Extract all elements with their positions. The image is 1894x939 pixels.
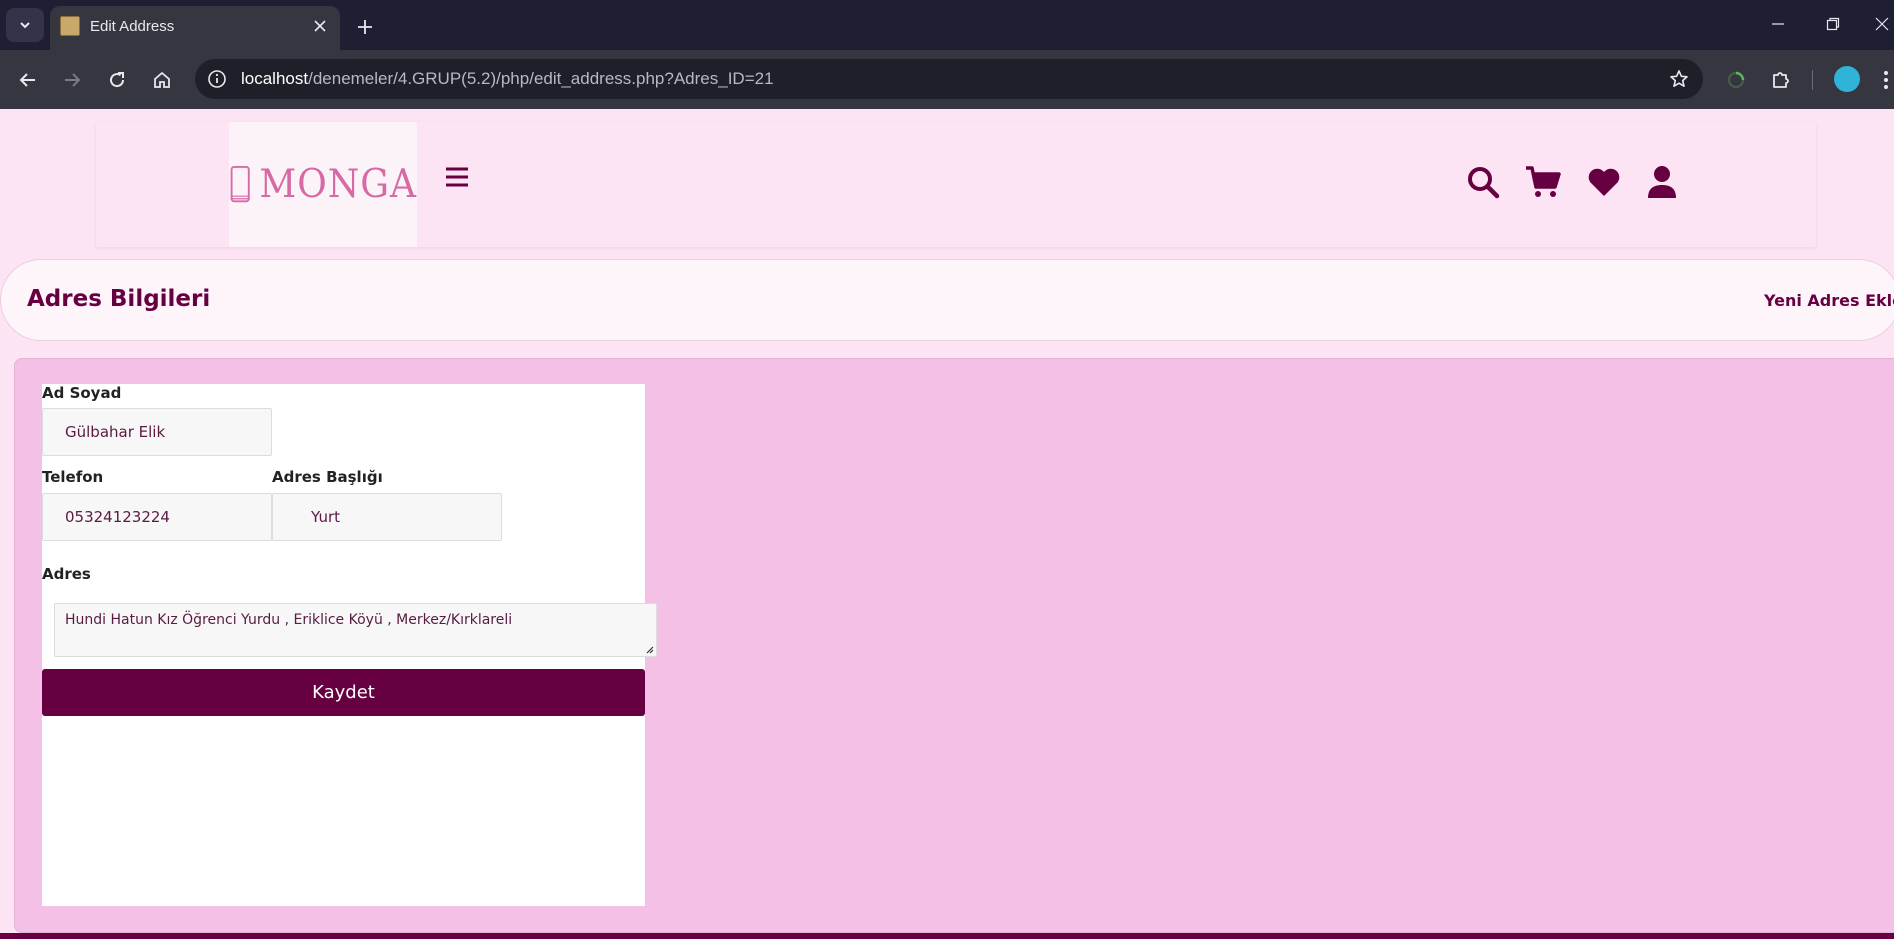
resize-handle-icon[interactable] bbox=[644, 644, 654, 654]
tab-list-button[interactable] bbox=[6, 8, 44, 42]
search-button[interactable] bbox=[1464, 163, 1502, 201]
tab-title: Edit Address bbox=[90, 18, 175, 35]
name-label: Ad Soyad bbox=[42, 384, 122, 402]
address-info-bar: Adres Bilgileri Yeni Adres Ekle bbox=[0, 259, 1894, 341]
name-field[interactable]: Gülbahar Elik bbox=[42, 408, 272, 456]
site-info-button[interactable] bbox=[205, 67, 229, 91]
user-icon bbox=[1648, 166, 1676, 198]
arrow-right-icon bbox=[65, 73, 81, 87]
back-button[interactable] bbox=[12, 64, 44, 96]
search-icon bbox=[1468, 167, 1500, 199]
phone-field[interactable]: 05324123224 bbox=[42, 493, 272, 541]
logo-text: MONGA bbox=[259, 161, 417, 208]
address-bar[interactable]: localhost/denemeler/4.GRUP(5.2)/php/edit… bbox=[195, 59, 1703, 99]
url-text: localhost/denemeler/4.GRUP(5.2)/php/edit… bbox=[241, 69, 774, 89]
plus-icon bbox=[358, 20, 372, 34]
menu-toggle-button[interactable] bbox=[442, 162, 472, 192]
favicon-icon bbox=[60, 16, 80, 36]
phone-label: Telefon bbox=[42, 468, 104, 486]
browser-toolbar: localhost/denemeler/4.GRUP(5.2)/php/edit… bbox=[0, 50, 1894, 109]
close-icon bbox=[1875, 17, 1889, 31]
extensions-button[interactable] bbox=[1765, 64, 1797, 96]
star-icon bbox=[1670, 70, 1688, 87]
address-textarea[interactable]: Hundi Hatun Kız Öğrenci Yurdu , Eriklice… bbox=[54, 603, 657, 657]
arrow-left-icon bbox=[19, 73, 35, 87]
reload-button[interactable] bbox=[101, 64, 133, 96]
loading-circle-icon bbox=[1727, 71, 1745, 89]
url-host: localhost bbox=[241, 69, 309, 88]
restore-button[interactable] bbox=[1815, 8, 1851, 40]
active-tab[interactable]: Edit Address bbox=[50, 6, 340, 50]
address-label: Adres bbox=[42, 565, 91, 583]
chevron-down-icon bbox=[20, 22, 30, 29]
bookmark-button[interactable] bbox=[1667, 67, 1691, 91]
address-title-label: Adres Başlığı bbox=[272, 468, 383, 486]
home-button[interactable] bbox=[146, 64, 178, 96]
profile-avatar[interactable] bbox=[1834, 66, 1860, 92]
footer-strip bbox=[0, 933, 1894, 939]
minimize-button[interactable] bbox=[1760, 8, 1796, 40]
address-text: Hundi Hatun Kız Öğrenci Yurdu , Eriklice… bbox=[65, 612, 513, 628]
site-logo[interactable]: MONGA bbox=[229, 122, 417, 247]
extension-status-button[interactable] bbox=[1720, 64, 1752, 96]
window-close-button[interactable] bbox=[1870, 8, 1894, 40]
account-button[interactable] bbox=[1643, 163, 1681, 201]
browser-menu-button[interactable] bbox=[1878, 64, 1894, 96]
home-icon bbox=[154, 71, 170, 88]
cart-icon bbox=[1526, 166, 1561, 197]
new-tab-button[interactable] bbox=[350, 12, 380, 42]
minimize-icon bbox=[1772, 23, 1784, 25]
puzzle-icon bbox=[1773, 72, 1789, 88]
save-button[interactable]: Kaydet bbox=[42, 669, 645, 716]
hamburger-icon bbox=[446, 167, 468, 187]
tab-close-button[interactable] bbox=[308, 14, 332, 38]
new-address-link[interactable]: Yeni Adres Ekle bbox=[1764, 291, 1894, 310]
heart-icon bbox=[1588, 168, 1620, 196]
wishlist-button[interactable] bbox=[1585, 163, 1623, 201]
page-title: Adres Bilgileri bbox=[27, 286, 211, 312]
reload-icon bbox=[110, 72, 125, 88]
toolbar-divider bbox=[1812, 70, 1813, 90]
restore-icon bbox=[1826, 17, 1840, 31]
url-path: /denemeler/4.GRUP(5.2)/php/edit_address.… bbox=[308, 69, 774, 88]
more-vertical-icon bbox=[1884, 71, 1888, 89]
browser-tab-bar: Edit Address bbox=[0, 0, 1894, 50]
address-title-field[interactable]: Yurt bbox=[272, 493, 502, 541]
site-header: MONGA bbox=[96, 122, 1816, 247]
book-icon bbox=[230, 165, 250, 202]
forward-button[interactable] bbox=[56, 64, 88, 96]
close-icon bbox=[314, 20, 326, 32]
info-icon bbox=[208, 70, 226, 88]
cart-button[interactable] bbox=[1524, 163, 1562, 201]
